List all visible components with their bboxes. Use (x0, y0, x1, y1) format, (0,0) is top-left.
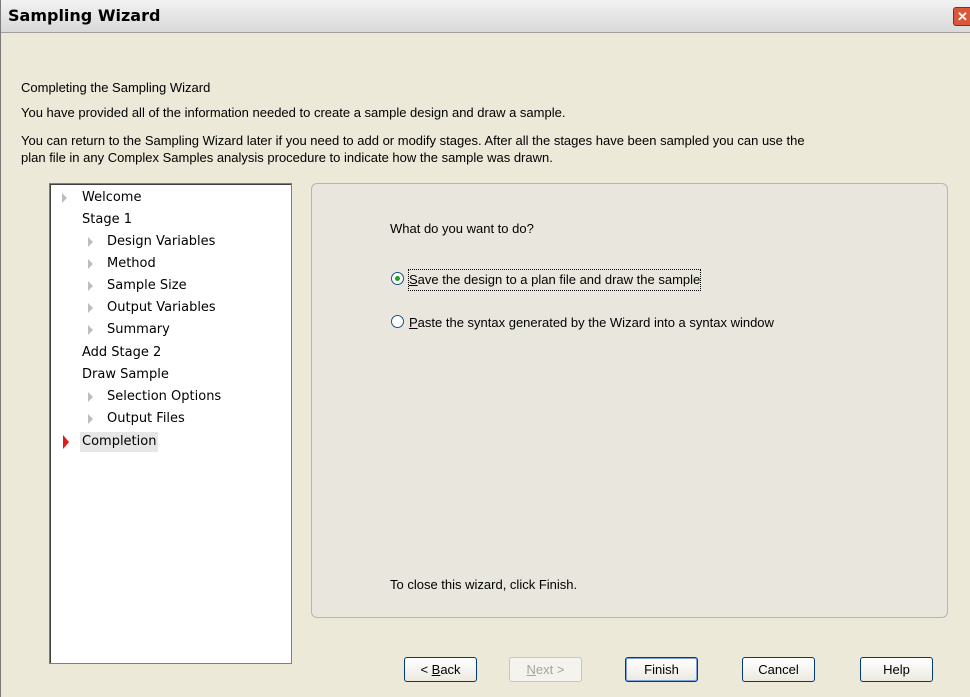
help-button[interactable]: Help (860, 657, 933, 682)
close-button[interactable]: ✕ (953, 7, 970, 26)
step-arrow-icon (88, 303, 93, 313)
next-label: ext (535, 662, 554, 677)
step-arrow-icon (88, 325, 93, 335)
wizard-steps-list: Welcome Stage 1 Design Variables Method … (49, 183, 292, 664)
finish-button[interactable]: Finish (625, 657, 698, 682)
nav-label: Stage 1 (82, 212, 132, 227)
nav-label: Welcome (82, 190, 142, 205)
back-button[interactable]: < Back (404, 657, 477, 682)
nav-label: Sample Size (107, 278, 187, 293)
current-step-arrow-icon (63, 435, 69, 449)
step-arrow-icon (62, 193, 67, 203)
nav-label: Completion (80, 432, 159, 452)
nav-label: Output Variables (107, 300, 216, 315)
step-arrow-icon (88, 392, 93, 402)
next-mnemonic: N (526, 662, 536, 677)
intro-text-line-2: You can return to the Sampling Wizard la… (21, 133, 805, 148)
step-arrow-icon (88, 237, 93, 247)
cancel-button[interactable]: Cancel (742, 657, 815, 682)
close-icon: ✕ (957, 9, 968, 24)
completion-options-panel (311, 183, 948, 618)
option-paste-text: Paste the syntax generated by the Wizard… (409, 315, 774, 330)
intro-heading: Completing the Sampling Wizard (21, 80, 211, 95)
mnemonic-letter: P (409, 315, 418, 330)
radio-button-checked[interactable] (391, 272, 404, 285)
next-button[interactable]: Next > (509, 657, 582, 682)
window-title: Sampling Wizard (8, 6, 161, 25)
option-paste-label: Paste the syntax generated by the Wizard… (409, 313, 774, 333)
nav-label: Summary (107, 322, 170, 337)
radio-button-unchecked[interactable] (391, 315, 404, 328)
option-save-label: Save the design to a plan file and draw … (407, 269, 702, 291)
title-bar[interactable]: Sampling Wizard ✕ (1, 0, 970, 33)
step-arrow-icon (88, 281, 93, 291)
option-save-text: Save the design to a plan file and draw … (409, 272, 701, 287)
sampling-wizard-window: Sampling Wizard ✕ Completing the Samplin… (0, 0, 970, 697)
question-label: What do you want to do? (390, 221, 534, 236)
nav-label: Output Files (107, 411, 185, 426)
step-arrow-icon (88, 414, 93, 424)
back-label: ack (440, 662, 461, 677)
nav-label: Design Variables (107, 234, 216, 249)
nav-label: Selection Options (107, 389, 222, 404)
intro-text-line-3: plan file in any Complex Samples analysi… (21, 150, 553, 165)
step-arrow-icon (88, 259, 93, 269)
nav-label: Method (107, 256, 156, 271)
closing-instruction: To close this wizard, click Finish. (390, 577, 578, 592)
nav-label: Add Stage 2 (82, 345, 162, 360)
mnemonic-letter: S (409, 272, 418, 287)
nav-label: Draw Sample (82, 367, 169, 382)
intro-text-line-1: You have provided all of the information… (21, 105, 566, 120)
